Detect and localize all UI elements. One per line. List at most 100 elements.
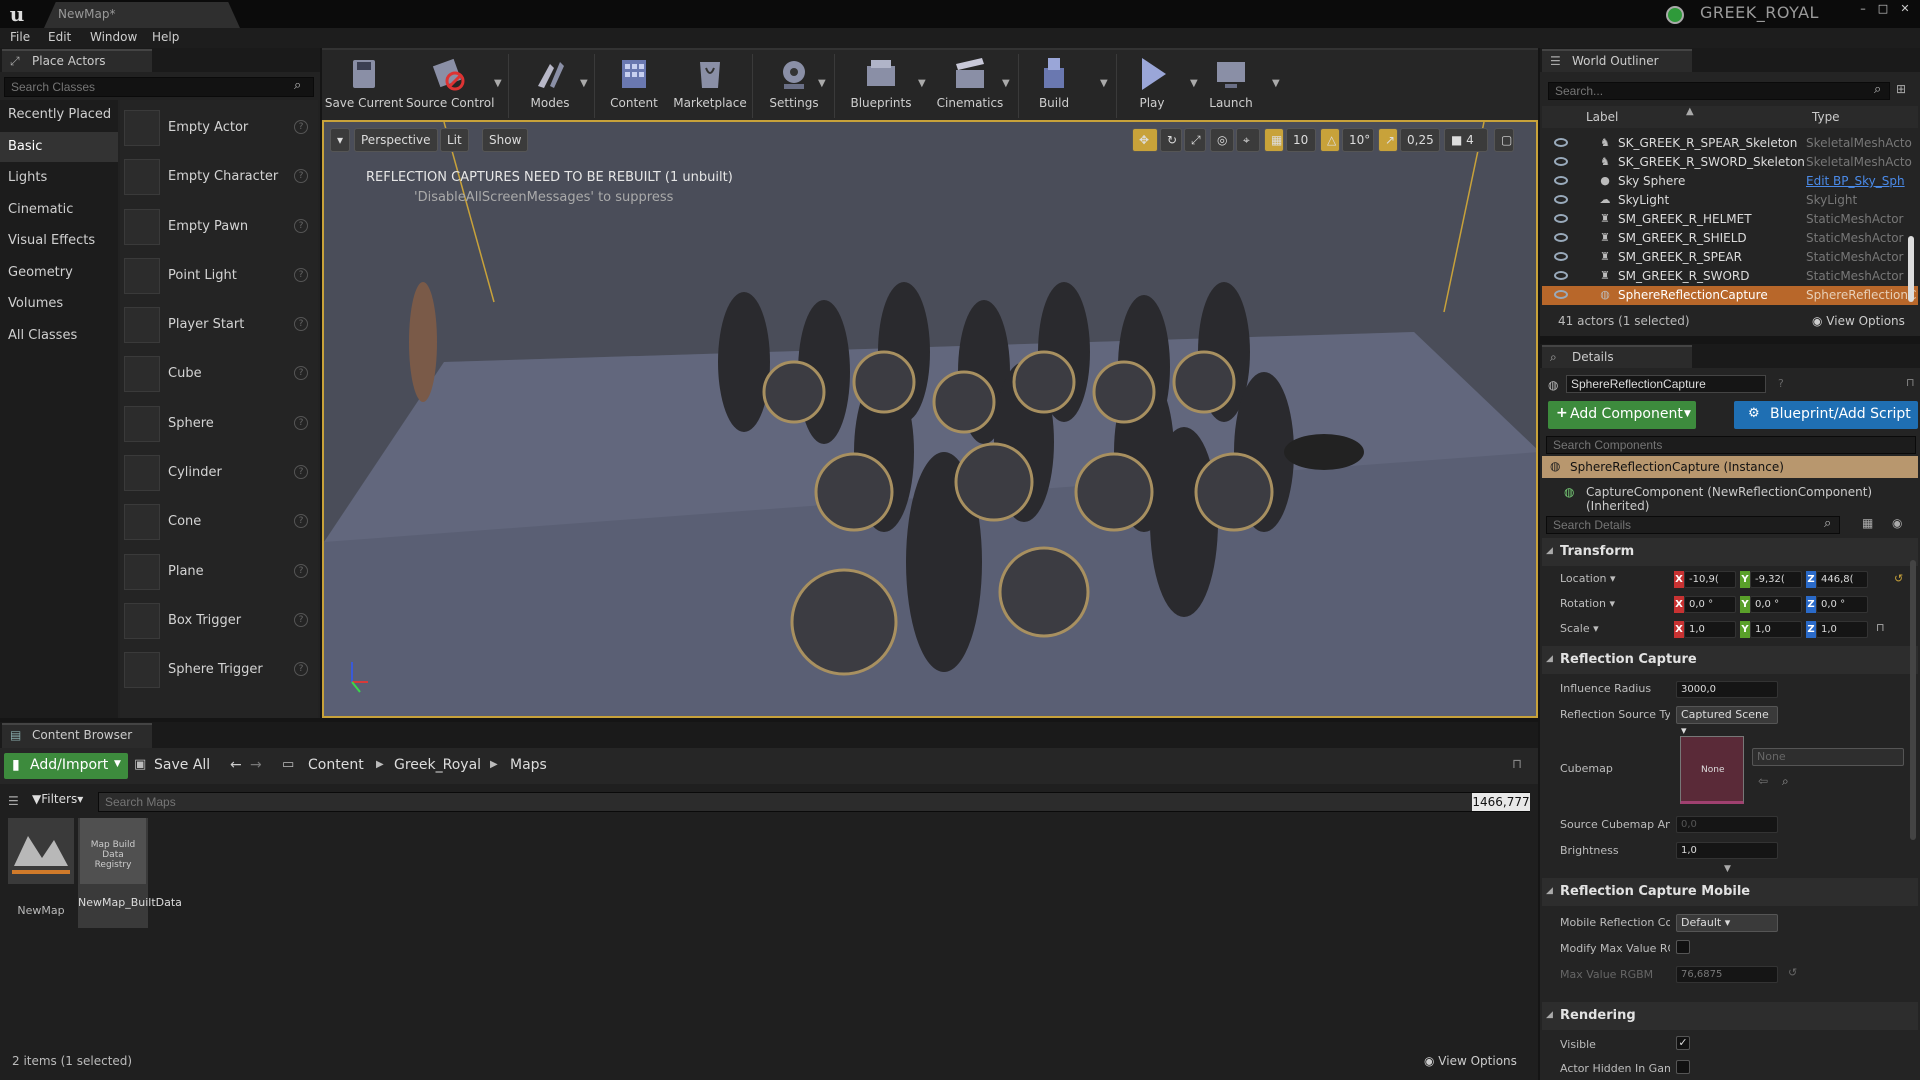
help-icon[interactable]: ? [294, 514, 308, 528]
visibility-eye-icon[interactable] [1554, 138, 1568, 147]
chevron-down-icon[interactable]: ▼ [580, 78, 588, 89]
actor-item[interactable]: Player Start? [120, 301, 318, 350]
outliner-row[interactable]: ♞ SK_GREEK_R_SPEAR_Skeleton SkeletalMeshAc… [1542, 134, 1918, 153]
scale-x-field[interactable]: 1,0 [1684, 621, 1736, 638]
search-maps-input[interactable] [98, 792, 1530, 812]
lock-icon[interactable]: ⊓ [1876, 621, 1885, 634]
help-icon[interactable]: ? [294, 613, 308, 627]
content-browser-tab[interactable]: ▤ Content Browser [2, 723, 152, 748]
reset-arrow-icon[interactable]: ↺ [1788, 966, 1797, 979]
rotation-snap-icon[interactable]: △ [1320, 128, 1340, 152]
asset-tile-selected[interactable]: Map Build Data Registry NewMap_BuiltData [78, 818, 182, 928]
chevron-down-icon[interactable]: ▼ [1272, 78, 1280, 89]
outliner-tab[interactable]: ☰ World Outliner [1542, 49, 1692, 72]
actor-item[interactable]: Sphere? [120, 400, 318, 449]
max-value-field[interactable]: 76,6875 [1676, 966, 1778, 983]
scale-snap-icon[interactable]: ↗ [1378, 128, 1398, 152]
rotation-x-field[interactable]: 0,0 ° [1684, 596, 1736, 613]
add-component-button[interactable]: + Add Component ▼ [1548, 401, 1696, 429]
outliner-view-options-button[interactable]: ◉ View Options [1812, 314, 1905, 328]
save-all-button[interactable]: ▣ Save All [134, 753, 214, 779]
visibility-eye-icon[interactable] [1554, 233, 1568, 242]
visibility-eye-icon[interactable] [1554, 214, 1568, 223]
level-tab[interactable]: NewMap* [44, 2, 240, 28]
actor-item[interactable]: Empty Actor? [120, 104, 318, 153]
add-actor-icon[interactable]: ⊞ [1896, 82, 1906, 96]
help-icon[interactable]: ? [1778, 377, 1784, 390]
source-angle-field[interactable]: 0,0 [1676, 816, 1778, 833]
brightness-field[interactable]: 1,0 [1676, 842, 1778, 859]
visibility-eye-icon[interactable] [1554, 252, 1568, 261]
blueprints-button[interactable]: Blueprints [838, 50, 924, 122]
actor-item[interactable]: Cube? [120, 350, 318, 399]
outliner-row[interactable]: ♜ SM_GREEK_R_SHIELD StaticMeshActor [1542, 229, 1918, 248]
show-button[interactable]: Show [482, 128, 529, 152]
actor-hidden-checkbox[interactable] [1676, 1060, 1690, 1074]
back-arrow-icon[interactable]: ← [230, 757, 242, 773]
breadcrumb-greek-royal[interactable]: Greek_Royal [394, 757, 481, 773]
place-actors-tab[interactable]: ⤢ Place Actors [2, 49, 152, 72]
rotation-label[interactable]: Rotation ▾ [1560, 597, 1670, 610]
category-lights[interactable]: Lights [0, 163, 118, 193]
help-icon[interactable]: ? [294, 416, 308, 430]
maximize-viewport-icon[interactable]: ▢ [1494, 128, 1514, 152]
mobile-compression-dropdown[interactable]: Default ▾ [1676, 914, 1778, 932]
help-icon[interactable]: ? [294, 662, 308, 676]
reflection-capture-section[interactable]: Reflection Capture [1542, 646, 1918, 674]
eye-icon[interactable]: ◉ [1892, 516, 1902, 530]
actor-item[interactable]: Cone? [120, 498, 318, 547]
outliner-search-input[interactable] [1548, 82, 1890, 100]
visibility-eye-icon[interactable] [1554, 157, 1568, 166]
expand-advanced-icon[interactable]: ▼ [1724, 864, 1731, 874]
actor-item[interactable]: Cylinder? [120, 449, 318, 498]
help-icon[interactable]: ? [294, 268, 308, 282]
search-details-input[interactable] [1546, 516, 1840, 534]
forward-arrow-icon[interactable]: → [250, 757, 262, 773]
scale-icon[interactable]: ⤢ [1184, 128, 1206, 152]
save-current-button[interactable]: Save Current [322, 50, 406, 122]
location-y-field[interactable]: -9,32( [1750, 571, 1802, 588]
outliner-row-selected[interactable]: ◍ SphereReflectionCapture SphereReflection… [1542, 286, 1918, 305]
perspective-button[interactable]: Perspective [354, 128, 438, 152]
capture-component-row[interactable]: ◍ CaptureComponent (NewReflectionCompone… [1542, 482, 1918, 513]
asset-tile[interactable]: NewMap [6, 818, 76, 928]
help-icon[interactable]: ? [294, 120, 308, 134]
sort-ascending-icon[interactable]: ▲ [1686, 106, 1694, 117]
chevron-down-icon[interactable]: ▼ [918, 78, 926, 89]
camera-speed[interactable]: ■ 4 [1444, 128, 1488, 152]
category-basic[interactable]: Basic [0, 132, 118, 162]
category-volumes[interactable]: Volumes [0, 289, 118, 319]
scale-z-field[interactable]: 1,0 [1816, 621, 1868, 638]
actor-item[interactable]: Empty Character? [120, 153, 318, 202]
outliner-scrollbar[interactable] [1908, 236, 1914, 302]
search-classes-input[interactable] [4, 77, 314, 97]
reflection-capture-mobile-section[interactable]: Reflection Capture Mobile [1542, 878, 1918, 906]
actor-item[interactable]: Point Light? [120, 252, 318, 301]
column-label[interactable]: Label [1586, 110, 1618, 124]
modes-button[interactable]: Modes [512, 50, 588, 122]
menu-edit[interactable]: Edit [48, 30, 71, 44]
breadcrumb-maps[interactable]: Maps [510, 757, 547, 773]
actor-item[interactable]: Empty Pawn? [120, 203, 318, 252]
chevron-down-icon[interactable]: ▼ [1100, 78, 1108, 89]
maximize-button[interactable]: □ [1872, 0, 1894, 18]
breadcrumb-separator-icon[interactable]: ▶ [490, 759, 498, 770]
outliner-row[interactable]: ♞ SK_GREEK_R_SWORD_Skeleton SkeletalMeshAc… [1542, 153, 1918, 172]
location-z-field[interactable]: 446,8( [1816, 571, 1868, 588]
lit-button[interactable]: Lit [440, 128, 469, 152]
blueprint-add-script-button[interactable]: ⚙ Blueprint/Add Script [1734, 401, 1918, 429]
scale-y-field[interactable]: 1,0 [1750, 621, 1802, 638]
translate-icon[interactable]: ✥ [1132, 128, 1158, 152]
add-import-button[interactable]: ▮ Add/Import ▼ [4, 753, 128, 779]
visibility-eye-icon[interactable] [1554, 176, 1568, 185]
visible-checkbox[interactable]: ✓ [1676, 1036, 1690, 1050]
actor-item[interactable]: Box Trigger? [120, 597, 318, 646]
transform-section[interactable]: Transform [1542, 538, 1918, 566]
category-all-classes[interactable]: All Classes [0, 321, 118, 351]
view-options-button[interactable]: ◉ View Options [1424, 1054, 1517, 1068]
search-components-input[interactable] [1546, 436, 1916, 454]
modify-max-checkbox[interactable] [1676, 940, 1690, 954]
help-icon[interactable]: ? [294, 169, 308, 183]
outliner-row[interactable]: ♜ SM_GREEK_R_SWORD StaticMeshActor [1542, 267, 1918, 286]
outliner-row[interactable]: ♜ SM_GREEK_R_SPEAR StaticMeshActor [1542, 248, 1918, 267]
